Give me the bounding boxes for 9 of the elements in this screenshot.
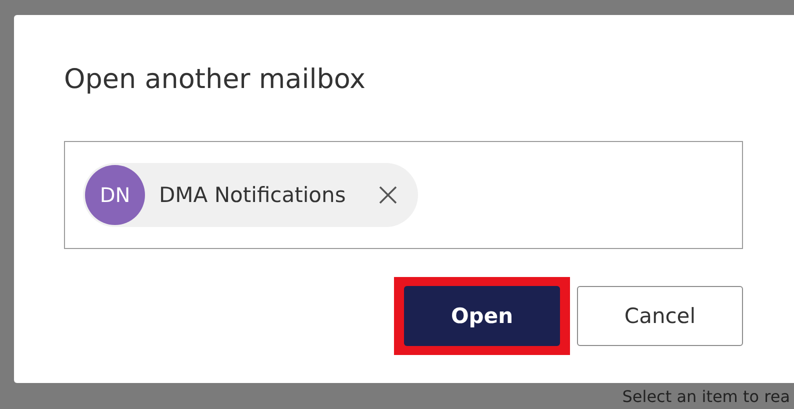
mailbox-field[interactable]: DN DMA Notifications: [64, 141, 743, 249]
recipient-chip[interactable]: DN DMA Notifications: [83, 163, 418, 227]
reading-pane-hint: Select an item to rea: [622, 386, 790, 406]
open-button[interactable]: Open: [404, 286, 560, 346]
avatar: DN: [85, 165, 145, 225]
cancel-button[interactable]: Cancel: [577, 286, 743, 346]
close-icon[interactable]: [378, 185, 398, 205]
dialog-title: Open another mailbox: [64, 63, 367, 97]
recipient-name: DMA Notifications: [159, 183, 346, 207]
